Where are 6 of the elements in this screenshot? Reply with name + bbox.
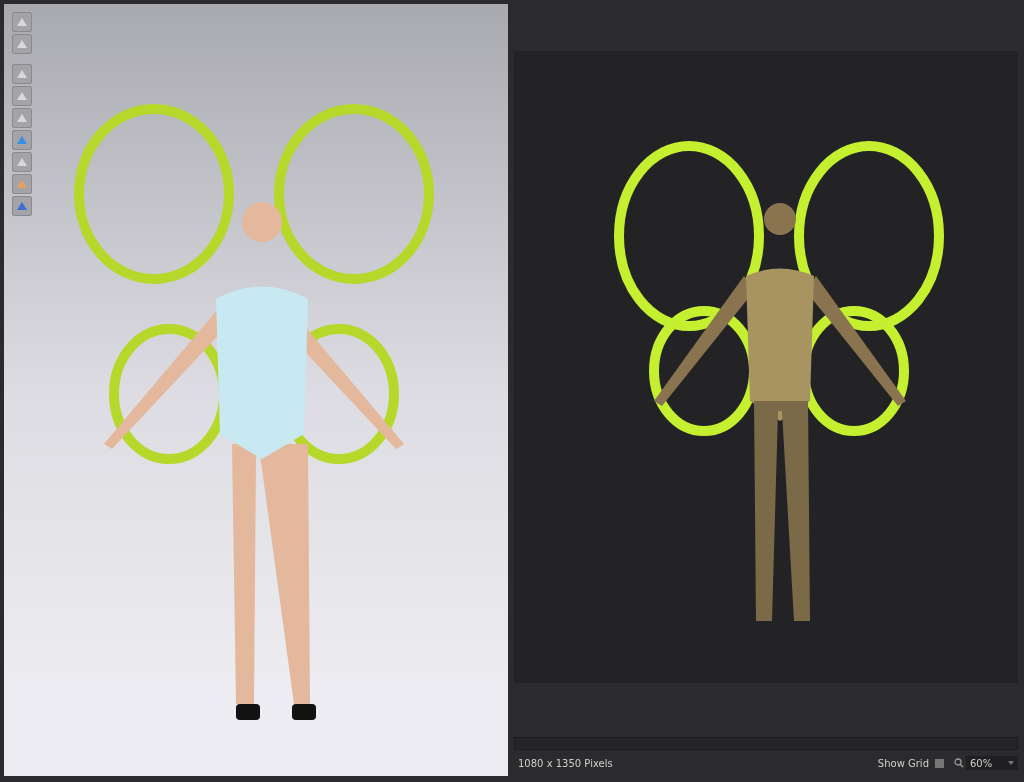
show-grid-label: Show Grid [877,757,929,769]
zoom-dropdown[interactable]: 60% [966,756,1018,771]
image-size-label: 1080 x 1350 Pixels [518,757,613,769]
caret-icon [1008,761,1014,766]
zoom-icon [954,758,964,769]
show-grid-checkbox[interactable] [935,758,944,768]
